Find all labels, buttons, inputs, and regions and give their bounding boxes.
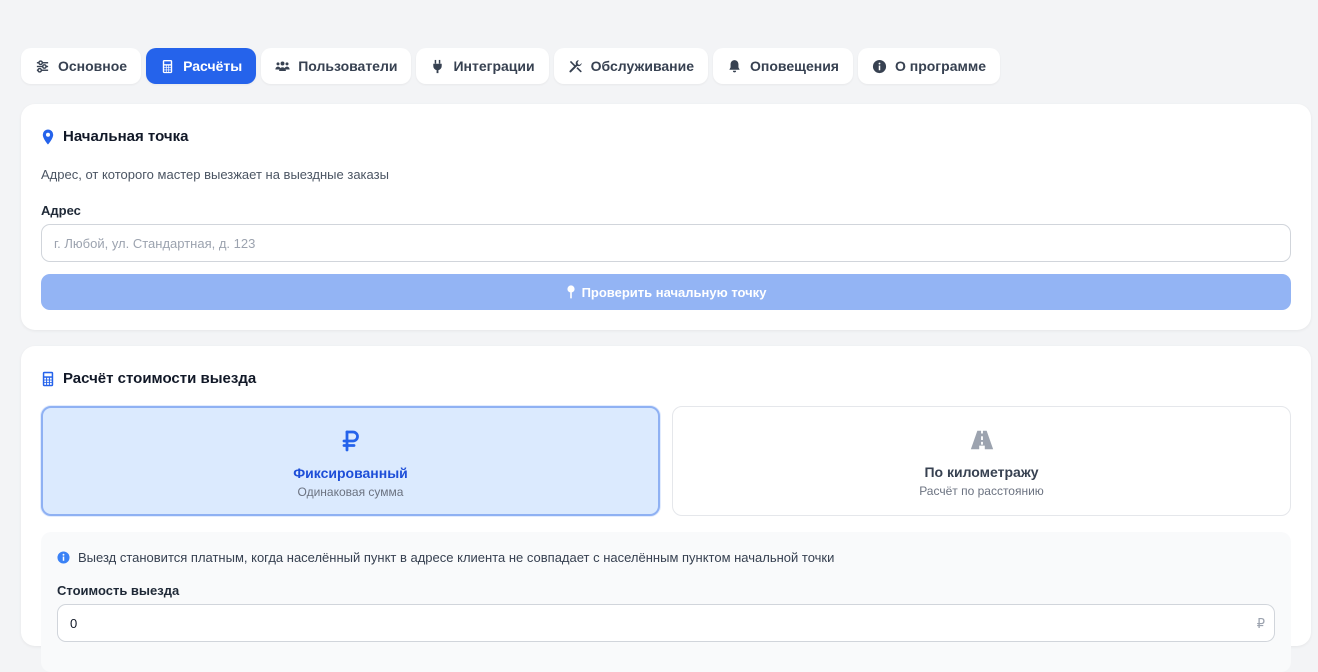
settings-tabs: Основное Расчёты Пользователи Интеграции… — [21, 48, 1000, 84]
calculator-icon — [42, 371, 54, 386]
tab-label: Расчёты — [183, 58, 243, 74]
tab-label: Обслуживание — [590, 58, 695, 74]
trip-cost-card: Расчёт стоимости выезда Фиксированный Од… — [21, 346, 1311, 672]
trip-cost-title: Расчёт стоимости выезда — [41, 370, 256, 387]
check-button-label: Проверить начальную точку — [581, 284, 767, 300]
users-icon — [275, 61, 290, 71]
tab-label: Основное — [58, 58, 128, 74]
section-title-text: Расчёт стоимости выезда — [63, 370, 257, 387]
pin-icon — [566, 285, 575, 299]
plug-icon — [433, 59, 443, 73]
calculator-icon — [162, 59, 173, 73]
road-icon — [970, 430, 993, 450]
option-title: По километражу — [924, 464, 1039, 480]
option-subtitle: Расчёт по расстоянию — [919, 484, 1044, 498]
map-pin-icon — [42, 129, 54, 144]
currency-unit: ₽ — [1256, 616, 1265, 631]
tab-integrations[interactable]: Интеграции — [416, 48, 549, 84]
cost-label: Стоимость выезда — [57, 583, 180, 598]
start-point-description: Адрес, от которого мастер выезжает на вы… — [41, 167, 389, 182]
tab-general[interactable]: Основное — [21, 48, 142, 84]
tab-label: Интеграции — [453, 58, 535, 74]
fixed-cost-panel: Выезд становится платным, когда населённ… — [41, 532, 1291, 672]
info-note: Выезд становится платным, когда населённ… — [57, 550, 834, 565]
check-start-point-button[interactable]: Проверить начальную точку — [41, 274, 1291, 310]
option-fixed[interactable]: Фиксированный Одинаковая сумма — [41, 406, 660, 516]
option-mileage[interactable]: По километражу Расчёт по расстоянию — [672, 406, 1291, 516]
address-label: Адрес — [41, 203, 81, 218]
bell-icon — [729, 59, 740, 72]
start-point-card: Начальная точка Адрес, от которого масте… — [21, 104, 1311, 330]
tab-calculations[interactable]: Расчёты — [146, 48, 257, 84]
cost-input[interactable] — [57, 604, 1275, 642]
tab-users[interactable]: Пользователи — [261, 48, 412, 84]
tab-about[interactable]: О программе — [857, 48, 1000, 84]
section-title-text: Начальная точка — [63, 128, 189, 145]
tab-maintenance[interactable]: Обслуживание — [553, 48, 709, 84]
option-subtitle: Одинаковая сумма — [297, 485, 404, 499]
tab-notifications[interactable]: Оповещения — [713, 48, 853, 84]
sliders-icon — [36, 59, 49, 73]
tab-label: О программе — [894, 58, 986, 74]
tab-label: Оповещения — [750, 58, 839, 74]
info-circle-icon — [57, 551, 70, 564]
address-input[interactable] — [41, 224, 1291, 262]
ruble-icon — [342, 430, 359, 452]
start-point-title: Начальная точка — [41, 128, 188, 145]
info-text: Выезд становится платным, когда населённ… — [78, 550, 835, 565]
option-title: Фиксированный — [293, 465, 408, 481]
info-icon — [872, 59, 887, 73]
tools-icon — [569, 59, 582, 72]
tab-label: Пользователи — [298, 58, 398, 74]
